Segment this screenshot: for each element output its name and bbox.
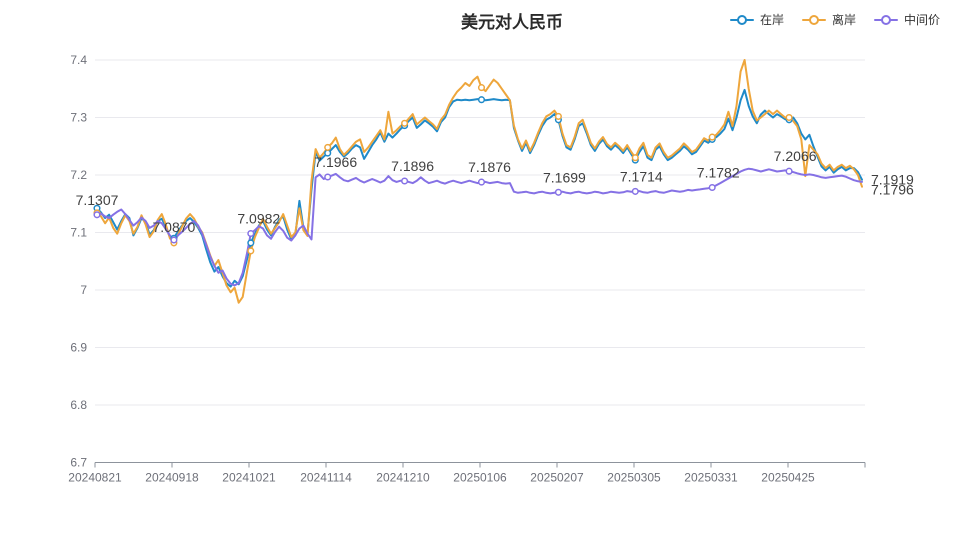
data-point-marker — [709, 185, 715, 191]
data-point-marker — [402, 121, 408, 127]
data-point-label: 7.1966 — [314, 154, 357, 170]
data-point-label: 7.0982 — [237, 211, 280, 227]
onshore-legend-line-icon — [730, 15, 754, 25]
legend-label-midpoint: 中间价 — [904, 11, 940, 28]
data-point-marker — [479, 85, 485, 91]
x-axis-tick-label: 20250207 — [530, 471, 584, 485]
y-axis-tick-label: 7.1 — [70, 226, 87, 240]
legend-item-onshore[interactable]: 在岸 — [730, 11, 784, 28]
data-point-label: 7.2066 — [774, 148, 817, 164]
data-point-marker — [402, 178, 408, 184]
data-point-label: 7.1699 — [543, 169, 586, 185]
data-point-marker — [479, 179, 485, 185]
x-axis-tick-label: 20241210 — [376, 471, 430, 485]
exchange-rate-chart-page: 美元对人民币 在岸 离岸 中间价 7.47.37.27.176.96.86.72… — [0, 0, 960, 540]
data-point-marker — [325, 174, 331, 180]
y-axis-tick-label: 6.7 — [70, 456, 87, 470]
data-point-label: 7.1782 — [697, 165, 740, 181]
data-point-marker — [633, 189, 639, 195]
legend-item-offshore[interactable]: 离岸 — [802, 11, 856, 28]
data-point-marker — [786, 168, 792, 174]
x-axis-tick-label: 20250305 — [607, 471, 661, 485]
data-point-marker — [786, 115, 792, 121]
data-point-label: 7.1307 — [76, 192, 119, 208]
legend-label-offshore: 离岸 — [832, 11, 856, 28]
data-point-marker — [248, 240, 254, 246]
x-axis-tick-label: 20250331 — [684, 471, 738, 485]
data-point-marker — [556, 114, 562, 120]
x-axis-tick-label: 20240918 — [145, 471, 199, 485]
data-point-marker — [556, 190, 562, 196]
data-point-label: 7.1876 — [468, 159, 511, 175]
data-point-marker — [709, 134, 715, 140]
data-point-marker — [248, 231, 254, 237]
data-point-marker — [248, 248, 254, 254]
y-axis-tick-label: 6.8 — [70, 398, 87, 412]
x-axis-tick-label: 20240821 — [68, 471, 122, 485]
data-point-marker — [325, 145, 331, 151]
midpoint-legend-line-icon — [874, 15, 898, 25]
line-chart-plot-area: 7.4 7.3 7.2 7.1 7 6.9 6.8 6.720240821 20240918 20… — [0, 0, 960, 540]
legend-item-midpoint[interactable]: 中间价 — [874, 11, 940, 28]
x-axis-tick-label: 20250425 — [761, 471, 815, 485]
data-point-label: 7.0870 — [152, 219, 195, 235]
data-point-marker — [94, 212, 100, 218]
x-axis-tick-label: 20250106 — [453, 471, 507, 485]
offshore-legend-line-icon — [802, 15, 826, 25]
y-axis-tick-label: 7.2 — [70, 168, 87, 182]
y-axis-tick-label: 7.3 — [70, 111, 87, 125]
x-axis-tick-label: 20241021 — [222, 471, 276, 485]
y-axis-tick-label: 7.4 — [70, 53, 87, 67]
y-axis-tick-label: 6.9 — [70, 341, 87, 355]
legend-label-onshore: 在岸 — [760, 11, 784, 28]
data-point-label: 7.1714 — [620, 168, 663, 184]
x-axis-tick-label: 20241114 — [300, 471, 352, 485]
chart-legend: 在岸 离岸 中间价 — [730, 11, 940, 28]
data-point-marker — [171, 237, 177, 243]
chart-title: 美元对人民币 — [461, 8, 563, 33]
data-point-label: 7.1796 — [871, 182, 914, 198]
data-point-marker — [633, 155, 639, 161]
data-point-marker — [479, 97, 485, 103]
data-point-label: 7.1896 — [391, 158, 434, 174]
y-axis-tick-label: 7 — [80, 283, 87, 297]
